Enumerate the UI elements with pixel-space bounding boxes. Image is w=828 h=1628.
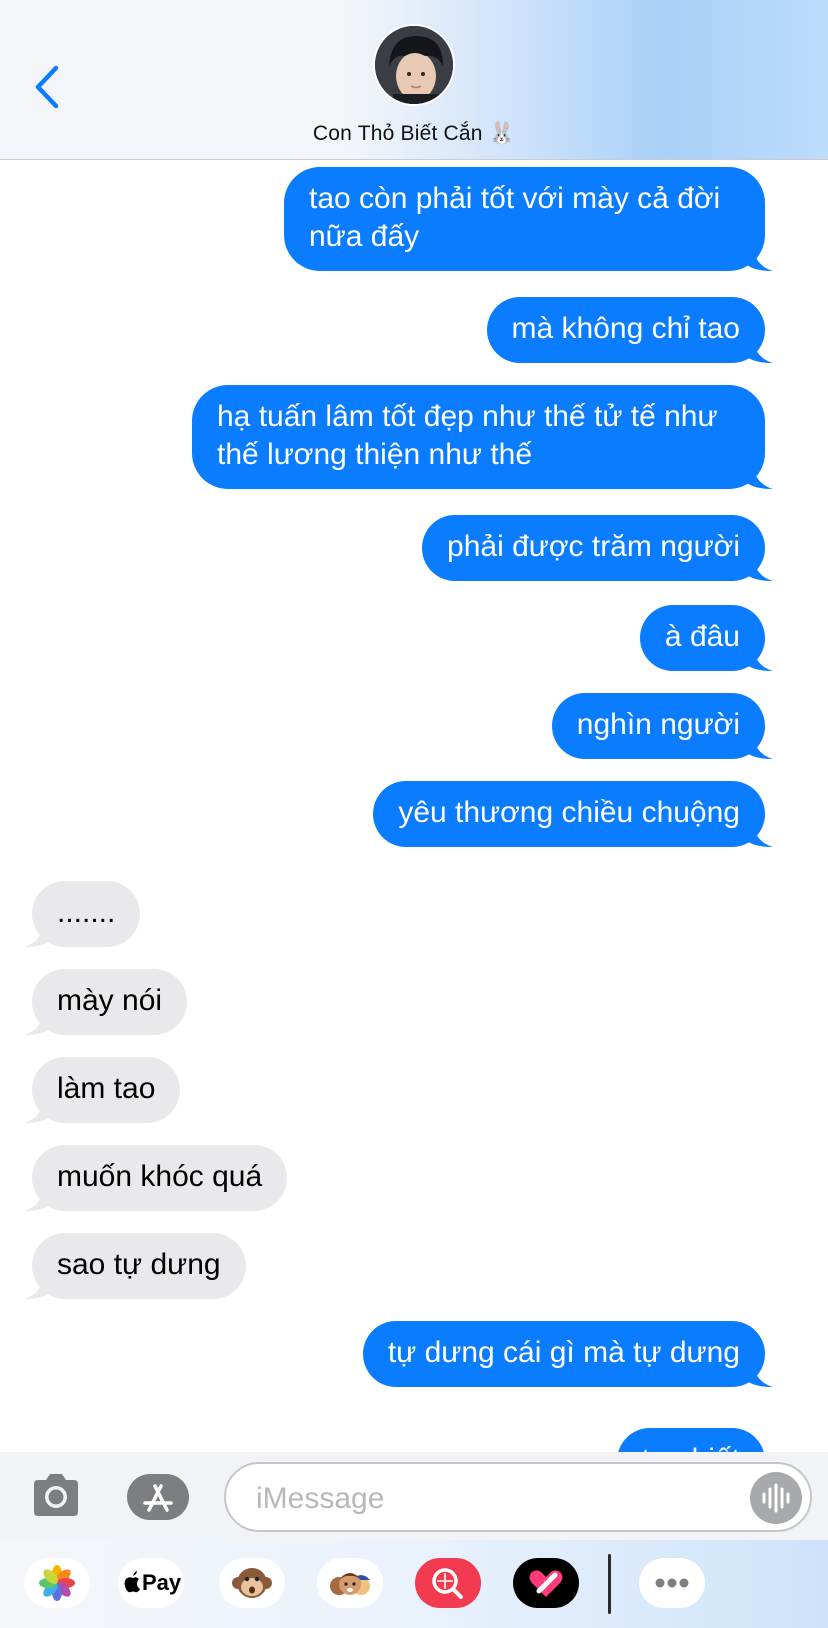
photos-icon xyxy=(39,1565,75,1601)
contact-avatar[interactable] xyxy=(373,24,455,106)
audio-message-button[interactable] xyxy=(750,1472,802,1524)
photos-app-button[interactable] xyxy=(24,1558,90,1608)
message-text: nghìn người xyxy=(576,708,740,741)
bubble-tail xyxy=(24,1271,50,1299)
conversation-header: Con Thỏ Biết Cắn 🐰 xyxy=(0,0,828,160)
digital-touch-app-button[interactable] xyxy=(513,1558,579,1608)
message-text: làm tao xyxy=(57,1072,156,1105)
message-text: tao còn phải tốt với mày cả đời nữa đấy xyxy=(309,182,721,253)
bubble-tail xyxy=(747,243,773,271)
bubble-tail xyxy=(747,643,773,671)
bubble-tail xyxy=(747,819,773,847)
digital-touch-icon xyxy=(529,1570,563,1597)
message-text: muốn khóc quá xyxy=(57,1160,263,1193)
more-apps-button[interactable] xyxy=(639,1558,705,1608)
bubble-tail xyxy=(24,1183,50,1211)
bubble-tail xyxy=(747,335,773,363)
message-bubble-received[interactable]: sao tự dưng xyxy=(24,1233,246,1299)
message-text: yêu thương chiều chuộng xyxy=(398,796,740,829)
message-input-placeholder: iMessage xyxy=(256,1482,385,1515)
message-bubble-sent[interactable]: à đâu xyxy=(639,605,773,671)
message-bubble-sent[interactable]: tao biết xyxy=(616,1428,765,1452)
bubble-tail xyxy=(24,1007,50,1035)
message-bubble-sent[interactable]: yêu thương chiều chuộng xyxy=(373,781,773,847)
message-bubble-sent[interactable]: mà không chỉ tao xyxy=(486,297,773,363)
bubble-tail xyxy=(24,1095,50,1123)
memoji-app-button[interactable] xyxy=(317,1558,383,1608)
image-search-app-button[interactable] xyxy=(415,1558,481,1608)
more-apps-icon xyxy=(655,1578,689,1588)
message-input[interactable]: iMessage xyxy=(224,1462,812,1532)
message-bubble-sent[interactable]: phải được trăm người xyxy=(422,515,773,581)
compose-bar: iMessage xyxy=(0,1452,828,1540)
message-bubble-sent[interactable]: tao còn phải tốt với mày cả đời nữa đấy xyxy=(284,167,773,271)
message-text: tao biết xyxy=(642,1443,740,1452)
message-bubble-sent[interactable]: hạ tuấn lâm tốt đẹp như thế tử tế như th… xyxy=(192,385,773,489)
chevron-left-icon xyxy=(35,65,59,109)
app-drawer: Pay xyxy=(0,1540,828,1628)
app-drawer-divider xyxy=(608,1554,611,1614)
contact-name[interactable]: Con Thỏ Biết Cắn 🐰 xyxy=(0,122,828,146)
bubble-tail xyxy=(747,461,773,489)
message-thread: tao còn phải tốt với mày cả đời nữa đấy … xyxy=(0,160,828,1452)
avatar-photo xyxy=(375,26,453,104)
apple-pay-button[interactable]: Pay xyxy=(118,1558,184,1608)
camera-icon xyxy=(34,1474,78,1516)
camera-button[interactable] xyxy=(30,1472,82,1518)
apple-pay-label: Pay xyxy=(142,1570,182,1595)
bubble-tail xyxy=(747,553,773,581)
animoji-app-button[interactable] xyxy=(219,1558,285,1608)
message-text: mà không chỉ tao xyxy=(511,312,740,345)
bubble-tail xyxy=(747,731,773,759)
message-text: hạ tuấn lâm tốt đẹp như thế tử tế như th… xyxy=(217,400,718,471)
message-bubble-received[interactable]: muốn khóc quá xyxy=(24,1145,288,1211)
app-store-button[interactable] xyxy=(127,1474,189,1520)
image-search-icon xyxy=(432,1568,463,1599)
message-bubble-received[interactable]: ....... xyxy=(24,881,141,947)
memoji-stickers-icon xyxy=(330,1573,370,1595)
message-text: ....... xyxy=(57,896,116,929)
message-bubble-sent[interactable]: nghìn người xyxy=(551,693,773,759)
message-text: mày nói xyxy=(57,984,163,1017)
app-store-icon xyxy=(143,1484,173,1512)
bubble-tail xyxy=(24,919,50,947)
message-bubble-sent[interactable]: tự dưng cái gì mà tự dưng xyxy=(362,1321,773,1387)
message-bubble-received[interactable]: làm tao xyxy=(24,1057,181,1123)
message-bubble-received[interactable]: mày nói xyxy=(24,969,188,1035)
audio-waveform-icon xyxy=(762,1483,790,1513)
animoji-monkey-icon xyxy=(232,1568,272,1598)
message-text: phải được trăm người xyxy=(447,530,740,563)
back-button[interactable] xyxy=(30,62,70,112)
bubble-tail xyxy=(747,1359,773,1387)
message-text: sao tự dưng xyxy=(57,1248,221,1281)
message-text: tự dưng cái gì mà tự dưng xyxy=(387,1336,740,1369)
message-text: à đâu xyxy=(664,620,740,653)
